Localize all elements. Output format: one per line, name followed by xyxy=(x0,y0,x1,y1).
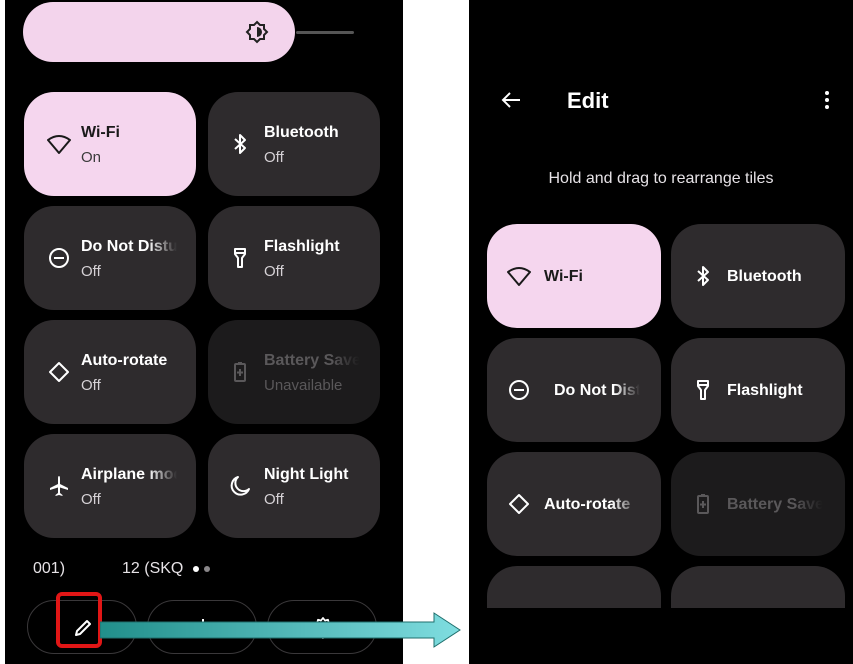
tile-status: Off xyxy=(264,491,284,508)
tile-title: Night Light xyxy=(264,466,349,483)
tile-title: Bluetooth xyxy=(264,124,339,141)
tile-airplane-mode[interactable]: Airplane mode Off xyxy=(24,434,196,538)
edit-tiles-screen: Edit Hold and drag to rearrange tiles Wi… xyxy=(469,0,853,664)
more-options-icon[interactable] xyxy=(815,88,839,112)
battery-saver-icon xyxy=(228,360,252,384)
wifi-icon xyxy=(507,264,531,288)
edit-tile-do-not-disturb[interactable]: Do Not Disturb xyxy=(487,338,661,442)
auto-rotate-icon xyxy=(507,492,531,516)
instruction-text: Hold and drag to rearrange tiles xyxy=(548,170,774,187)
tile-status: Unavailable xyxy=(264,377,343,394)
tile-title: Wi-Fi xyxy=(544,268,583,285)
flashlight-icon xyxy=(691,378,715,402)
tile-night-light[interactable]: Night Light Off xyxy=(208,434,380,538)
back-arrow-icon[interactable] xyxy=(499,88,523,112)
wifi-icon xyxy=(47,132,71,156)
edit-tile-partial[interactable] xyxy=(671,566,845,608)
battery-saver-icon xyxy=(691,492,715,516)
build-number-end[interactable]: 12 (SKQ xyxy=(122,560,183,578)
page-title: Edit xyxy=(567,88,609,113)
edit-tile-partial[interactable] xyxy=(487,566,661,608)
tile-title: Do Not Disturb xyxy=(81,238,177,255)
tile-title: Flashlight xyxy=(727,382,803,399)
airplane-icon xyxy=(47,474,71,498)
bluetooth-icon xyxy=(228,132,252,156)
page-indicator-active xyxy=(193,566,199,572)
tile-status: Off xyxy=(81,491,101,508)
edit-tile-bluetooth[interactable]: Bluetooth xyxy=(671,224,845,328)
edit-button-highlight xyxy=(56,592,102,648)
build-number-start[interactable]: 001) xyxy=(33,560,65,578)
edit-tile-wifi[interactable]: Wi-Fi xyxy=(487,224,661,328)
auto-rotate-icon xyxy=(47,360,71,384)
tile-wifi[interactable]: Wi-Fi On xyxy=(24,92,196,196)
tile-status: Off xyxy=(264,263,284,280)
tile-title: Battery Saver xyxy=(264,352,360,369)
tile-status: Off xyxy=(264,149,284,166)
brightness-track[interactable] xyxy=(296,31,354,34)
tile-title: Wi-Fi xyxy=(81,124,120,141)
tile-status: Off xyxy=(81,377,101,394)
brightness-icon[interactable] xyxy=(245,20,269,44)
tile-title: Airplane mode xyxy=(81,466,177,483)
tile-flashlight[interactable]: Flashlight Off xyxy=(208,206,380,310)
tile-auto-rotate[interactable]: Auto-rotate Off xyxy=(24,320,196,424)
tile-title: Flashlight xyxy=(264,238,340,255)
tile-title: Auto-rotate xyxy=(544,496,631,513)
do-not-disturb-icon xyxy=(47,246,71,270)
do-not-disturb-icon xyxy=(507,378,531,402)
tile-do-not-disturb[interactable]: Do Not Disturb Off xyxy=(24,206,196,310)
edit-tile-battery-saver[interactable]: Battery Saver xyxy=(671,452,845,556)
page-indicator-inactive xyxy=(204,566,210,572)
tile-title: Do Not Disturb xyxy=(554,382,640,399)
night-light-icon xyxy=(228,474,252,498)
bluetooth-icon xyxy=(691,264,715,288)
tile-status: Off xyxy=(81,263,101,280)
tile-bluetooth[interactable]: Bluetooth Off xyxy=(208,92,380,196)
tile-title: Bluetooth xyxy=(727,268,802,285)
edit-tile-flashlight[interactable]: Flashlight xyxy=(671,338,845,442)
tile-status: On xyxy=(81,149,102,166)
tile-battery-saver[interactable]: Battery Saver Unavailable xyxy=(208,320,380,424)
tile-title: Battery Saver xyxy=(727,496,823,513)
edit-tile-auto-rotate[interactable]: Auto-rotate xyxy=(487,452,661,556)
quick-settings-panel: Wi-Fi On Bluetooth Off Do Not Disturb Of… xyxy=(5,0,403,664)
annotation-arrow xyxy=(100,612,461,648)
flashlight-icon xyxy=(228,246,252,270)
tile-title: Auto-rotate xyxy=(81,352,168,369)
